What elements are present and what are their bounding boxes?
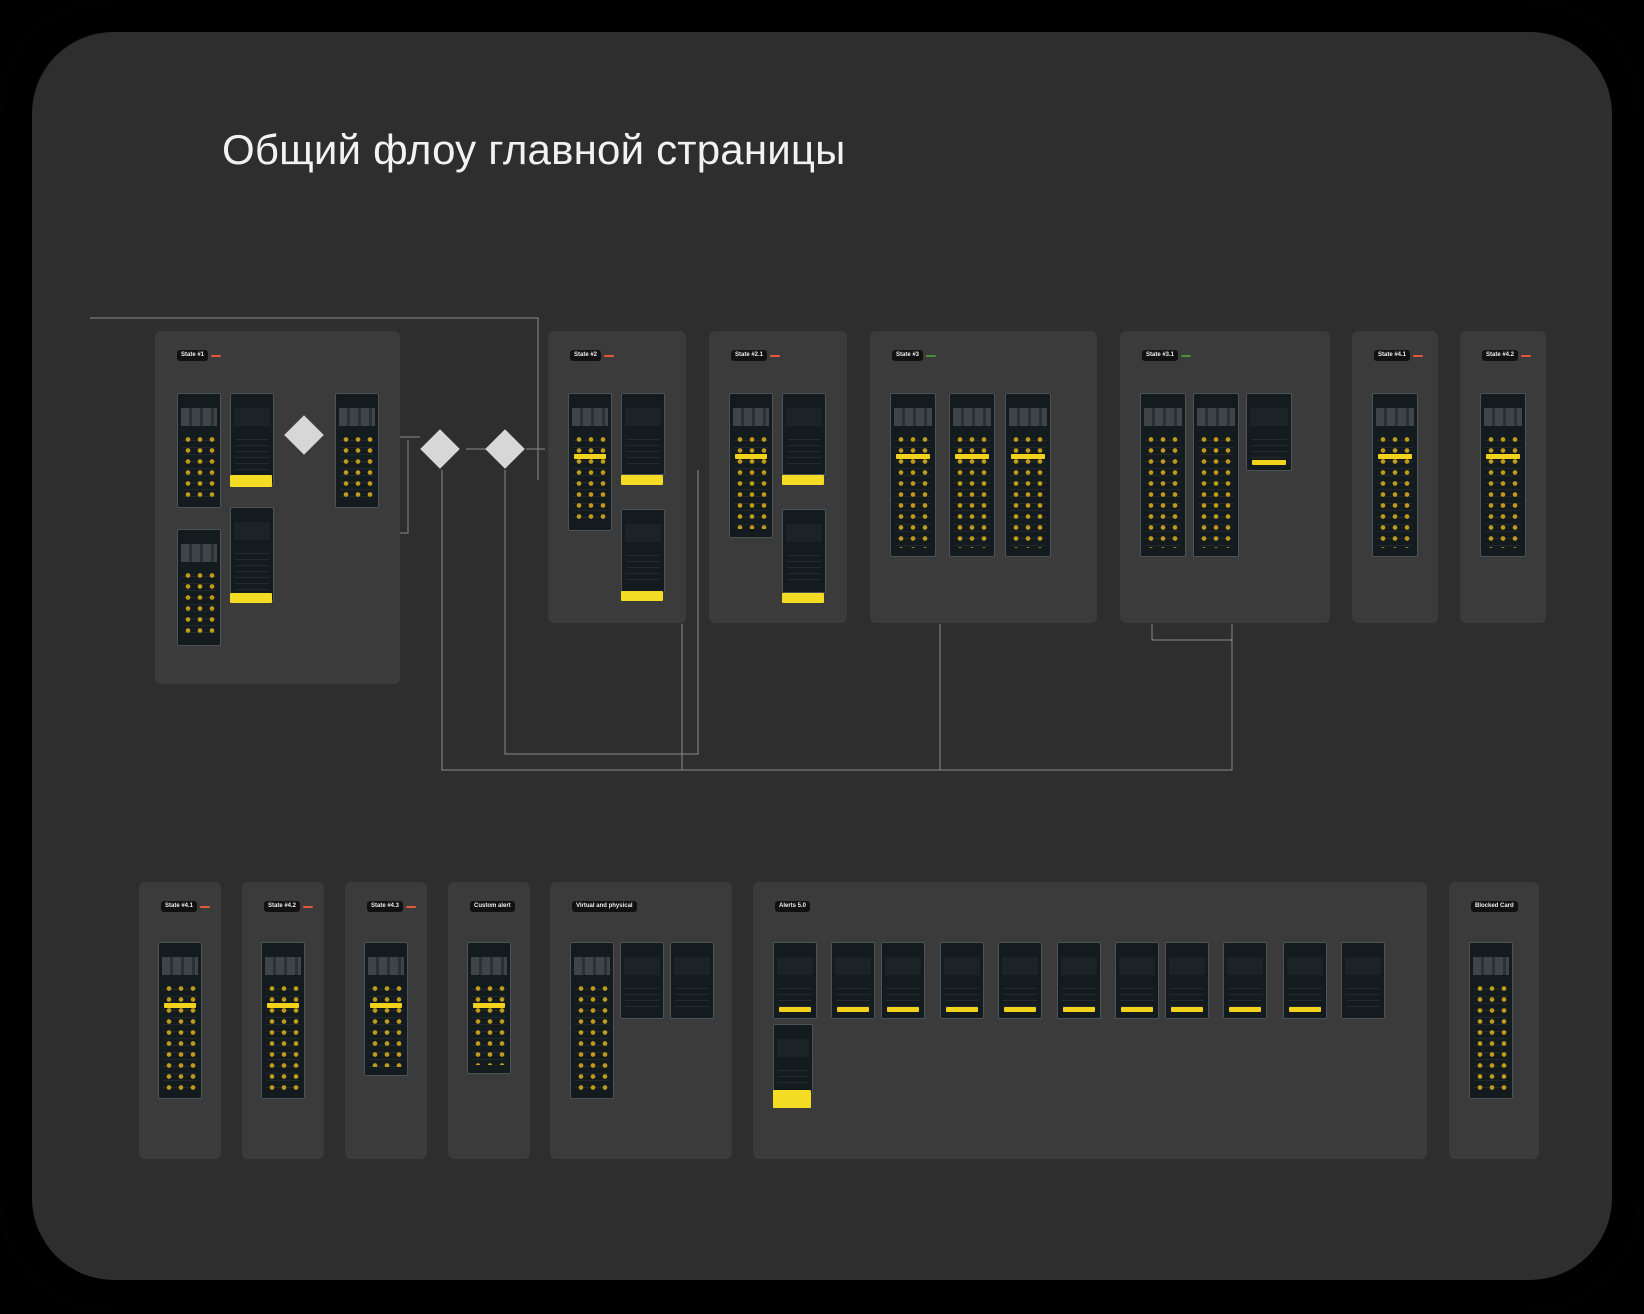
frame-alerts[interactable]: Alerts 5.0 <box>753 882 1427 1159</box>
frame-state-1[interactable]: State #1 <box>155 331 400 684</box>
frame-tag: State #4.2 <box>264 901 301 912</box>
highlight-note <box>621 591 663 601</box>
frame-state-3[interactable]: State #3 <box>870 331 1097 623</box>
frame-state-2[interactable]: State #2 <box>548 331 686 623</box>
phone-screen[interactable] <box>570 942 614 1099</box>
frame-badge <box>604 354 615 357</box>
phone-screen[interactable] <box>1115 942 1159 1019</box>
phone-screen[interactable] <box>230 507 274 601</box>
frame-badge <box>200 905 211 908</box>
frame-state-2-1[interactable]: State #2.1 <box>709 331 847 623</box>
phone-screen[interactable] <box>568 393 612 531</box>
phone-screen[interactable] <box>1246 393 1292 471</box>
frame-tag: State #4.3 <box>367 901 404 912</box>
highlight-note <box>230 475 272 487</box>
frame-tag: Alerts 5.0 <box>775 901 811 912</box>
phone-screen[interactable] <box>1193 393 1239 557</box>
phone-screen[interactable] <box>261 942 305 1099</box>
frame-state-4-2-bottom[interactable]: State #4.2 <box>242 882 324 1159</box>
frame-tag: State #3 <box>892 350 924 361</box>
phone-screen[interactable] <box>1165 942 1209 1019</box>
phone-screen[interactable] <box>364 942 408 1076</box>
phone-screen[interactable] <box>670 942 714 1019</box>
frame-badge <box>1521 354 1532 357</box>
frame-tag: Blocked Card <box>1471 901 1518 912</box>
phone-screen[interactable] <box>782 393 826 475</box>
phone-screen[interactable] <box>1005 393 1051 557</box>
page-title: Общий флоу главной страницы <box>222 126 846 173</box>
phone-screen[interactable] <box>1469 942 1513 1099</box>
frame-state-4-1-bottom[interactable]: State #4.1 <box>139 882 221 1159</box>
phone-screen[interactable] <box>177 529 221 646</box>
frame-badge <box>406 905 417 908</box>
frame-tag: State #4.1 <box>161 901 198 912</box>
phone-screen[interactable] <box>467 942 511 1074</box>
phone-screen[interactable] <box>881 942 925 1019</box>
frame-state-4-2[interactable]: State #4.2 <box>1460 331 1546 623</box>
frame-tag: State #3.1 <box>1142 350 1179 361</box>
phone-screen[interactable] <box>1341 942 1385 1019</box>
frame-state-4-1[interactable]: State #4.1 <box>1352 331 1438 623</box>
frame-tag: State #1 <box>177 350 209 361</box>
phone-screen[interactable] <box>998 942 1042 1019</box>
highlight-note <box>782 475 824 485</box>
frame-tag: State #4.2 <box>1482 350 1519 361</box>
frame-badge <box>926 354 937 357</box>
frame-badge <box>1181 354 1192 357</box>
phone-screen[interactable] <box>335 393 379 508</box>
phone-screen[interactable] <box>620 942 664 1019</box>
phone-screen[interactable] <box>773 1024 813 1094</box>
frame-badge <box>1413 354 1424 357</box>
highlight-note <box>230 593 272 603</box>
highlight-note <box>782 593 824 603</box>
phone-screen[interactable] <box>831 942 875 1019</box>
phone-screen[interactable] <box>1372 393 1418 557</box>
phone-screen[interactable] <box>1480 393 1526 557</box>
frame-state-4-3[interactable]: State #4.3 <box>345 882 427 1159</box>
phone-screen[interactable] <box>782 509 826 593</box>
phone-screen[interactable] <box>940 942 984 1019</box>
phone-screen[interactable] <box>177 393 221 508</box>
frame-tag: State #4.1 <box>1374 350 1411 361</box>
phone-screen[interactable] <box>949 393 995 557</box>
phone-screen[interactable] <box>890 393 936 557</box>
phone-screen[interactable] <box>1223 942 1267 1019</box>
frame-badge <box>211 354 222 357</box>
frame-badge <box>303 905 314 908</box>
phone-screen[interactable] <box>621 509 665 593</box>
frame-tag: Custom alert <box>470 901 515 912</box>
phone-screen[interactable] <box>773 942 817 1019</box>
frame-tag: State #2 <box>570 350 602 361</box>
frame-state-3-1[interactable]: State #3.1 <box>1120 331 1330 623</box>
phone-screen[interactable] <box>1140 393 1186 557</box>
frame-badge <box>770 354 781 357</box>
frame-tag: State #2.1 <box>731 350 768 361</box>
frame-custom-alert[interactable]: Custom alert <box>448 882 530 1159</box>
phone-screen[interactable] <box>729 393 773 538</box>
frame-blocked-card[interactable]: Blocked Card <box>1449 882 1539 1159</box>
phone-screen[interactable] <box>230 393 274 485</box>
frame-tag: Virtual and physical <box>572 901 637 912</box>
highlight-note <box>773 1090 811 1108</box>
highlight-note <box>621 475 663 485</box>
phone-screen[interactable] <box>158 942 202 1099</box>
phone-screen[interactable] <box>1283 942 1327 1019</box>
phone-screen[interactable] <box>621 393 665 475</box>
frame-virtual-physical[interactable]: Virtual and physical <box>550 882 732 1159</box>
phone-screen[interactable] <box>1057 942 1101 1019</box>
